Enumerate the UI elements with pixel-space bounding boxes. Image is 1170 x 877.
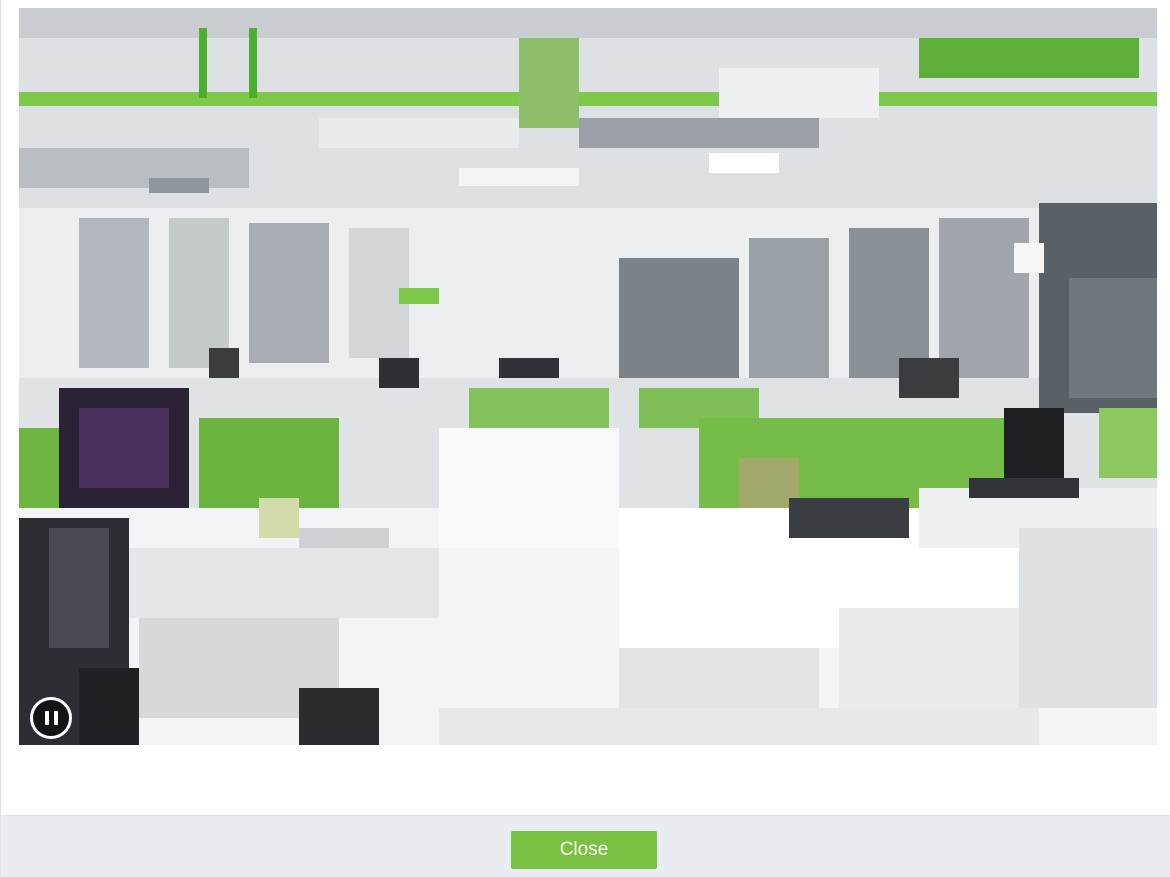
pause-button[interactable] (30, 697, 72, 739)
dialog-footer: Close (1, 815, 1170, 877)
camera-feed-image (19, 8, 1157, 745)
live-video-dialog: Close (0, 0, 1170, 877)
close-button[interactable]: Close (511, 831, 657, 869)
pause-icon (53, 711, 58, 725)
video-player[interactable] (19, 8, 1157, 745)
pause-icon (44, 711, 49, 725)
